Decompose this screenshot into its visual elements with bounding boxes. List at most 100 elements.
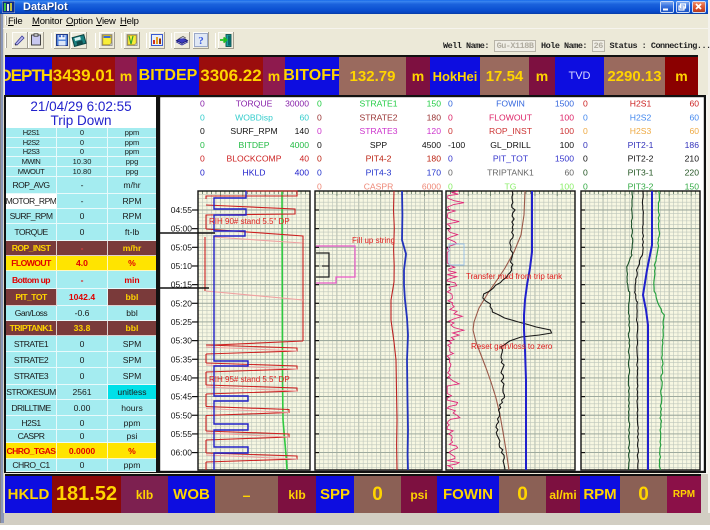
svg-text:06:00: 06:00 xyxy=(171,448,193,458)
svg-text:0: 0 xyxy=(317,168,322,178)
svg-text:60: 60 xyxy=(689,126,699,136)
svg-text:60: 60 xyxy=(689,112,699,122)
svg-text:05:00: 05:00 xyxy=(171,224,193,234)
svg-text:0: 0 xyxy=(583,140,588,150)
svg-text:BLOCKCOMP: BLOCKCOMP xyxy=(227,154,282,164)
svg-text:STRATE1: STRATE1 xyxy=(359,99,397,109)
svg-text:PIT3-2: PIT3-2 xyxy=(628,181,654,191)
svg-text:1500: 1500 xyxy=(555,99,574,109)
svg-text:05:30: 05:30 xyxy=(171,336,193,346)
svg-text:05:40: 05:40 xyxy=(171,373,193,383)
svg-text:186: 186 xyxy=(685,140,700,150)
svg-text:H2S2: H2S2 xyxy=(630,112,652,122)
svg-text:PIT_TOT: PIT_TOT xyxy=(493,154,529,164)
svg-text:05:45: 05:45 xyxy=(171,392,193,402)
svg-text:0: 0 xyxy=(448,112,453,122)
svg-text:30000: 30000 xyxy=(285,99,309,109)
svg-text:05:20: 05:20 xyxy=(171,298,193,308)
svg-text:0: 0 xyxy=(200,99,205,109)
svg-text:SURF_RPM: SURF_RPM xyxy=(230,126,277,136)
svg-text:0: 0 xyxy=(448,181,453,191)
svg-text:STRATE2: STRATE2 xyxy=(359,112,397,122)
svg-text:0: 0 xyxy=(200,112,205,122)
svg-text:04:55: 04:55 xyxy=(171,205,193,215)
svg-text:220: 220 xyxy=(685,168,700,178)
svg-text:SPP: SPP xyxy=(370,140,387,150)
svg-text:05:05: 05:05 xyxy=(171,242,193,252)
svg-text:FOWIN: FOWIN xyxy=(496,99,525,109)
svg-text:0: 0 xyxy=(583,99,588,109)
svg-text:PIT2-1: PIT2-1 xyxy=(628,140,654,150)
svg-text:PIT2-2: PIT2-2 xyxy=(628,154,654,164)
svg-text:0: 0 xyxy=(583,112,588,122)
svg-text:60: 60 xyxy=(564,168,574,178)
svg-text:0: 0 xyxy=(317,181,322,191)
svg-text:100: 100 xyxy=(560,140,575,150)
svg-text:60: 60 xyxy=(299,112,309,122)
svg-text:170: 170 xyxy=(427,168,442,178)
svg-text:?: ? xyxy=(198,35,204,47)
svg-text:H2S1: H2S1 xyxy=(630,99,652,109)
svg-text:RIH 95# stand 5.5" DP: RIH 95# stand 5.5" DP xyxy=(209,375,290,384)
svg-text:STRATE3: STRATE3 xyxy=(359,126,397,136)
svg-text:0: 0 xyxy=(448,126,453,136)
svg-text:BITDEP: BITDEP xyxy=(238,140,269,150)
svg-text:05:25: 05:25 xyxy=(171,317,193,327)
svg-text:PIT4-3: PIT4-3 xyxy=(366,168,392,178)
svg-text:TORQUE: TORQUE xyxy=(236,99,273,109)
svg-text:HKLD: HKLD xyxy=(243,168,266,178)
svg-text:120: 120 xyxy=(427,126,442,136)
svg-text:4500: 4500 xyxy=(422,140,441,150)
svg-text:400: 400 xyxy=(295,168,310,178)
svg-text:150: 150 xyxy=(685,181,700,191)
svg-text:TRIPTANK1: TRIPTANK1 xyxy=(487,168,534,178)
svg-text:ROP_INST: ROP_INST xyxy=(489,126,533,136)
svg-text:0: 0 xyxy=(200,168,205,178)
svg-text:05:10: 05:10 xyxy=(171,261,193,271)
svg-text:0: 0 xyxy=(448,99,453,109)
svg-text:0: 0 xyxy=(317,140,322,150)
svg-text:0: 0 xyxy=(583,126,588,136)
svg-text:Reset gain/loss to zero: Reset gain/loss to zero xyxy=(471,342,553,351)
svg-text:WOBDisp: WOBDisp xyxy=(235,112,273,122)
svg-text:6000: 6000 xyxy=(422,181,441,191)
svg-text:GL_DRILL: GL_DRILL xyxy=(490,140,531,150)
svg-text:0: 0 xyxy=(448,168,453,178)
svg-text:05:50: 05:50 xyxy=(171,410,193,420)
svg-text:0: 0 xyxy=(583,181,588,191)
svg-text:100: 100 xyxy=(560,112,575,122)
svg-text:PIT4-2: PIT4-2 xyxy=(366,154,392,164)
svg-text:60: 60 xyxy=(689,99,699,109)
svg-text:05:55: 05:55 xyxy=(171,429,193,439)
svg-text:FLOWOUT: FLOWOUT xyxy=(489,112,533,122)
svg-text:1500: 1500 xyxy=(555,154,574,164)
svg-text:0: 0 xyxy=(317,154,322,164)
svg-text:-100: -100 xyxy=(448,140,465,150)
svg-text:0: 0 xyxy=(583,154,588,164)
svg-text:TG: TG xyxy=(505,181,517,191)
svg-text:0: 0 xyxy=(200,154,205,164)
svg-text:100: 100 xyxy=(560,181,575,191)
svg-text:210: 210 xyxy=(685,154,700,164)
svg-text:0: 0 xyxy=(583,168,588,178)
svg-text:H2S3: H2S3 xyxy=(630,126,652,136)
svg-text:150: 150 xyxy=(427,99,442,109)
svg-text:40: 40 xyxy=(299,154,309,164)
svg-text:CASPR: CASPR xyxy=(364,181,394,191)
svg-text:05:35: 05:35 xyxy=(171,354,193,364)
svg-text:180: 180 xyxy=(427,154,442,164)
svg-text:180: 180 xyxy=(427,112,442,122)
svg-text:140: 140 xyxy=(295,126,310,136)
svg-text:Fill up string: Fill up string xyxy=(352,236,395,245)
svg-text:PIT3-1: PIT3-1 xyxy=(628,168,654,178)
svg-text:0: 0 xyxy=(317,99,322,109)
svg-text:0: 0 xyxy=(448,154,453,164)
svg-text:4000: 4000 xyxy=(290,140,309,150)
svg-text:100: 100 xyxy=(560,126,575,136)
svg-text:RIH 90# stand 5.5" DP: RIH 90# stand 5.5" DP xyxy=(209,217,290,226)
svg-text:0: 0 xyxy=(200,140,205,150)
svg-text:0: 0 xyxy=(317,112,322,122)
svg-text:0: 0 xyxy=(200,126,205,136)
svg-text:0: 0 xyxy=(317,126,322,136)
svg-text:Transfer mud from trip tank: Transfer mud from trip tank xyxy=(466,272,563,281)
